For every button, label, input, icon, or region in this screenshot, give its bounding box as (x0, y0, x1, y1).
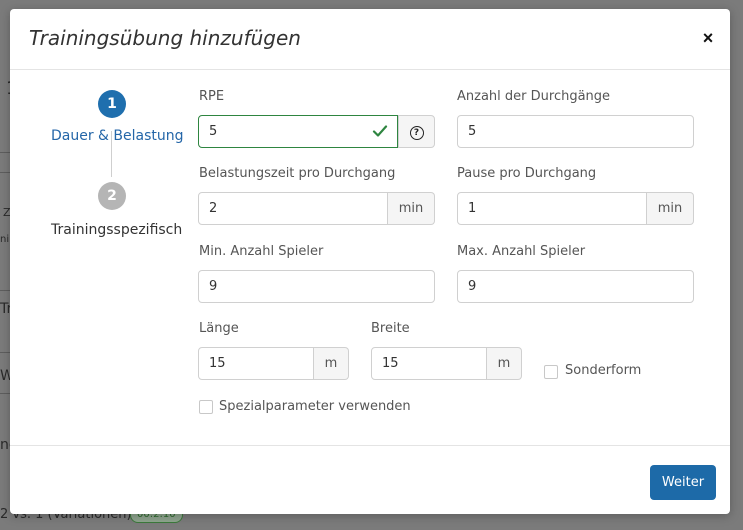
breite-input[interactable] (371, 347, 487, 380)
check-icon (372, 125, 388, 137)
step-2-indicator[interactable]: 2 (98, 182, 126, 210)
step-1-label[interactable]: Dauer & Belastung (51, 128, 184, 144)
max-spieler-input[interactable] (457, 270, 694, 303)
rpe-help-button[interactable]: ? (398, 115, 435, 148)
sonderform-label[interactable]: Sonderform (565, 363, 641, 378)
spezialparameter-label[interactable]: Spezialparameter verwenden (219, 399, 411, 414)
belastungszeit-unit: min (388, 192, 435, 225)
rpe-label: RPE (199, 89, 225, 104)
laenge-unit: m (314, 347, 349, 380)
close-button[interactable]: × (698, 26, 718, 50)
pause-label: Pause pro Durchgang (457, 166, 597, 181)
add-exercise-modal: Trainingsübung hinzufügen × 1 Dauer & Be… (10, 9, 730, 514)
help-icon: ? (409, 126, 424, 140)
spezialparameter-checkbox[interactable] (199, 400, 213, 414)
sonderform-checkbox[interactable] (544, 365, 558, 379)
step-1-indicator[interactable]: 1 (98, 90, 126, 118)
breite-label: Breite (371, 321, 410, 336)
durchgaenge-label: Anzahl der Durchgänge (457, 89, 611, 104)
pause-unit: min (647, 192, 694, 225)
next-button[interactable]: Weiter (650, 465, 716, 500)
step-connector (111, 131, 112, 177)
min-spieler-label: Min. Anzahl Spieler (199, 244, 324, 259)
modal-header: Trainingsübung hinzufügen × (10, 9, 730, 70)
laenge-input[interactable] (198, 347, 314, 380)
belastungszeit-label: Belastungszeit pro Durchgang (199, 166, 396, 181)
step-2-label[interactable]: Trainingsspezifisch (51, 222, 182, 238)
durchgaenge-input[interactable] (457, 115, 694, 148)
laenge-label: Länge (199, 321, 239, 336)
modal-footer: Weiter (10, 445, 730, 515)
max-spieler-label: Max. Anzahl Spieler (457, 244, 586, 259)
modal-title: Trainingsübung hinzufügen (29, 26, 301, 50)
breite-unit: m (487, 347, 522, 380)
rpe-input[interactable] (198, 115, 398, 148)
min-spieler-input[interactable] (198, 270, 435, 303)
belastungszeit-input[interactable] (198, 192, 388, 225)
pause-input[interactable] (457, 192, 647, 225)
